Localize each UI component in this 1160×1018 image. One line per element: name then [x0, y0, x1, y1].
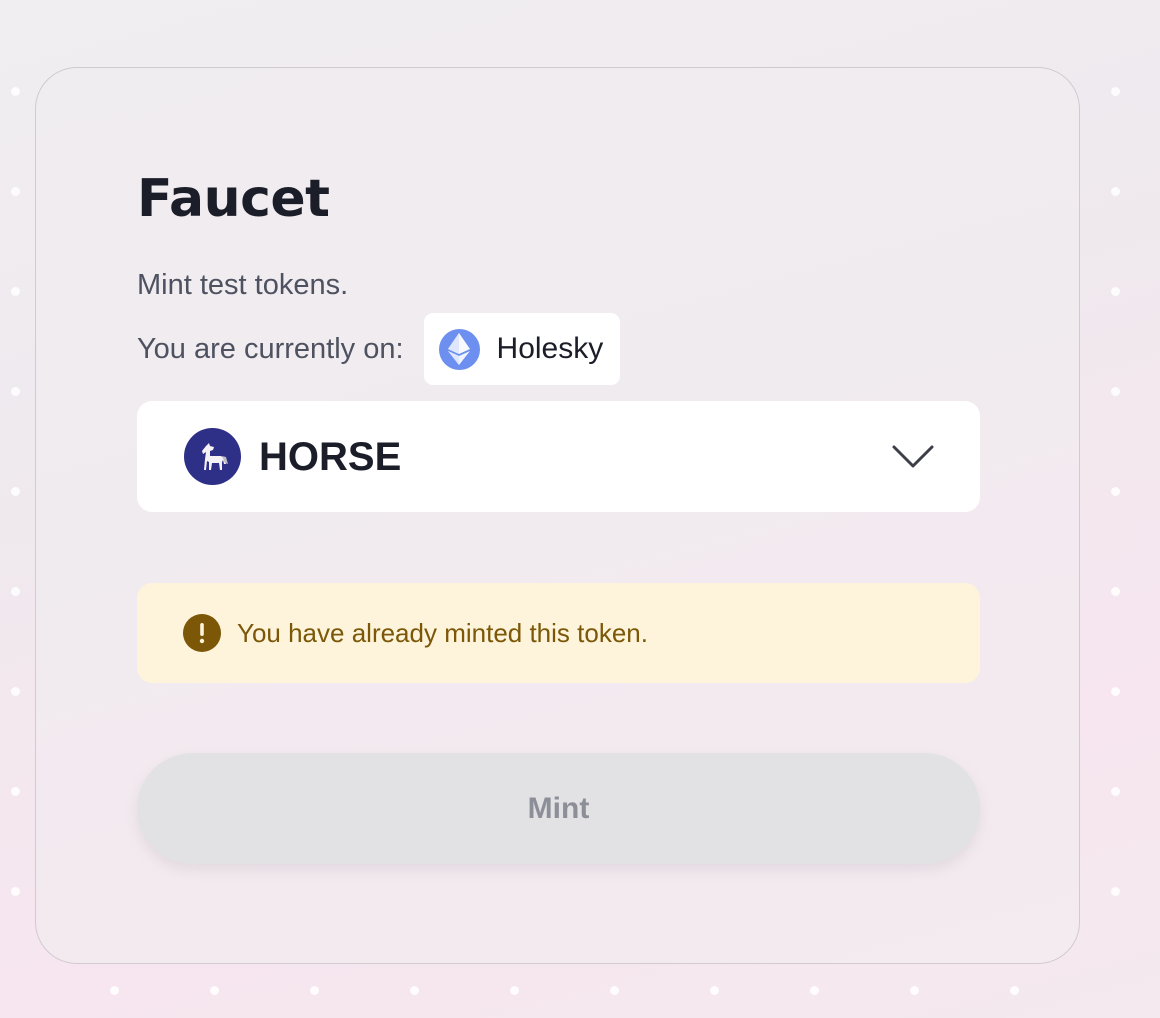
selected-token: HORSE: [259, 434, 402, 479]
network-label: You are currently on:: [137, 332, 404, 365]
mint-button[interactable]: Mint: [137, 753, 980, 864]
network-badge: Holesky: [423, 313, 621, 385]
network-info: You are currently on: Holesky: [137, 313, 621, 385]
chevron-down-icon: [892, 445, 934, 467]
token-select[interactable]: HORSE: [137, 401, 980, 512]
already-minted-alert: You have already minted this token.: [137, 583, 980, 683]
horse-icon: [184, 428, 241, 485]
alert-message: You have already minted this token.: [237, 618, 648, 648]
exclamation-icon: [183, 614, 221, 652]
subtitle: Mint test tokens.: [137, 269, 349, 301]
page-title: Faucet: [137, 169, 330, 229]
network-name: Holesky: [496, 332, 604, 365]
ethereum-icon: [438, 328, 480, 370]
faucet-card: Faucet Mint test tokens. You are current…: [35, 67, 1080, 964]
